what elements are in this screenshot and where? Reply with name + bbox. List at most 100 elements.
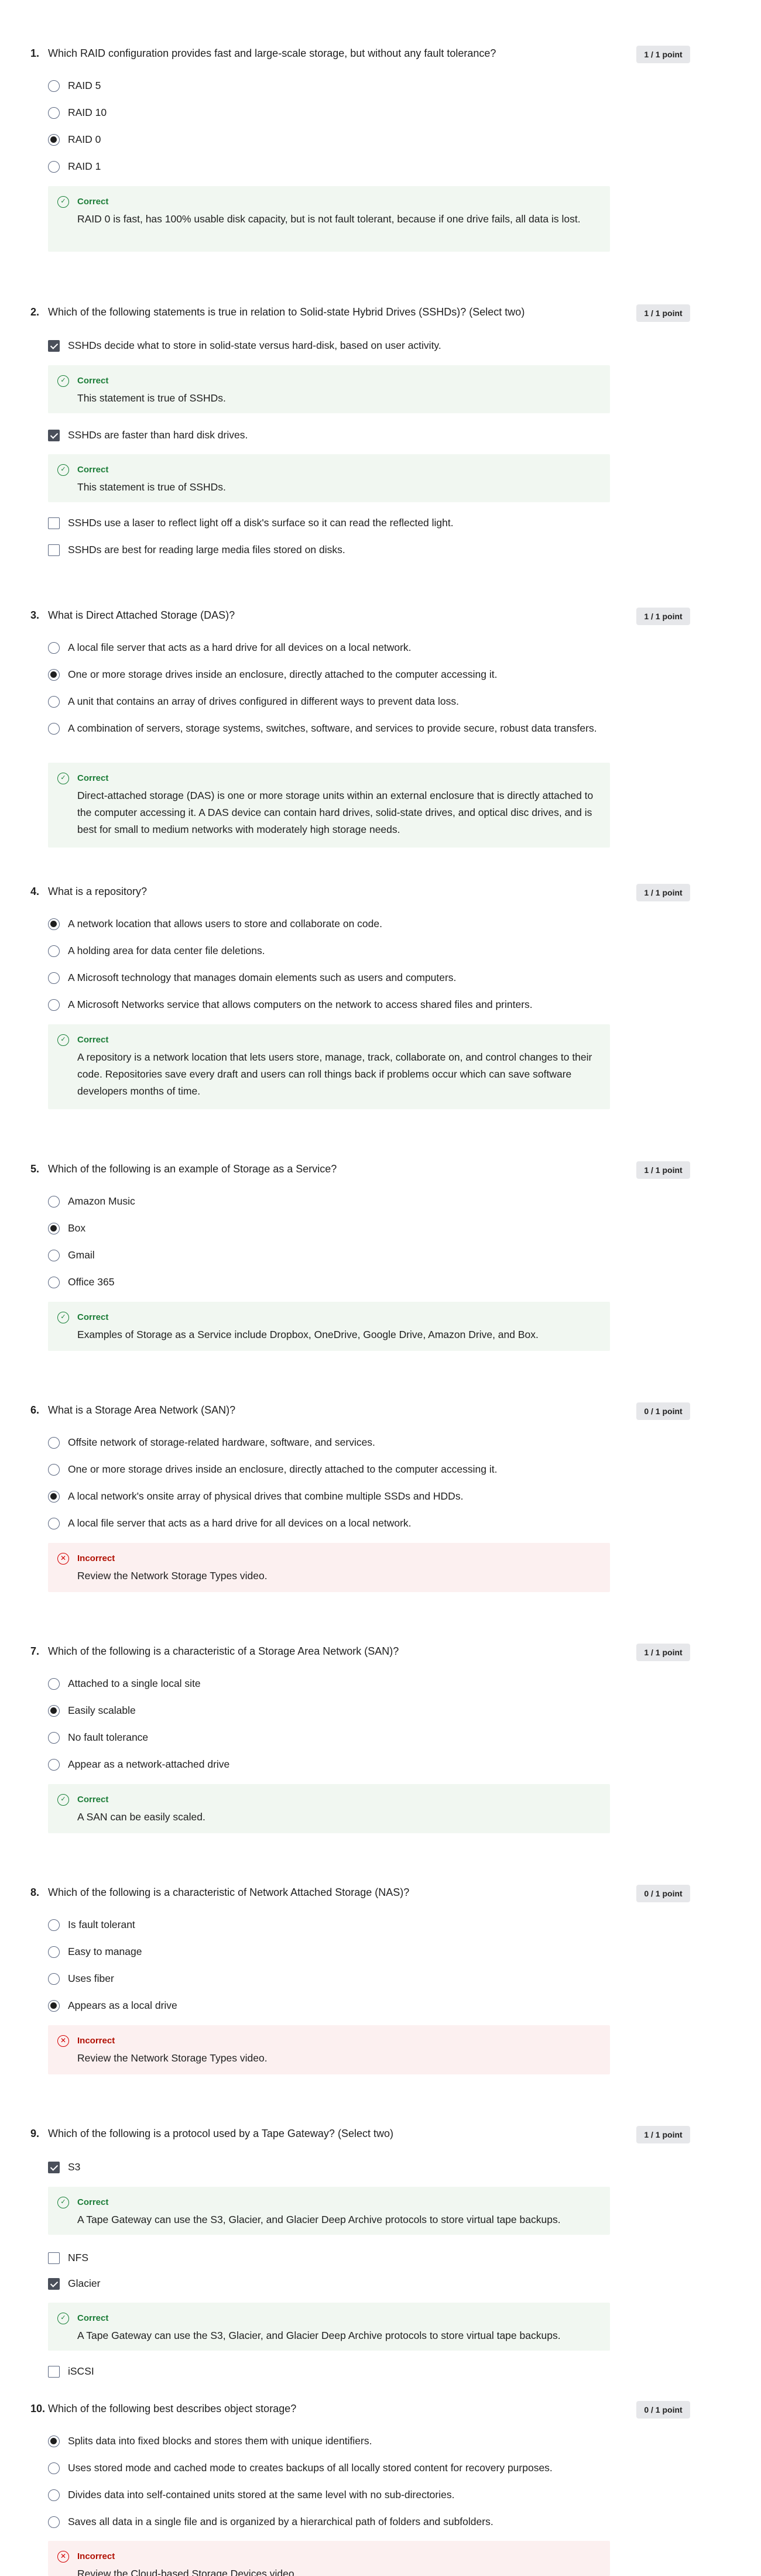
option-label: Splits data into fixed blocks and stores… [68, 2435, 372, 2447]
radio-icon[interactable] [48, 107, 60, 119]
option-label: SSHDs decide what to store in solid-stat… [68, 339, 441, 351]
radio-icon[interactable] [48, 1250, 60, 1261]
option-label: RAID 1 [68, 160, 101, 172]
feedback-text: This statement is true of SSHDs. [77, 392, 226, 404]
radio-icon[interactable] [48, 642, 60, 654]
checkbox-icon[interactable] [48, 2366, 60, 2378]
radio-icon[interactable] [48, 1919, 60, 1931]
radio-icon[interactable] [48, 2489, 60, 2501]
radio-icon[interactable] [48, 945, 60, 957]
feedback-correct: ✓ Correct A Tape Gateway can use the S3,… [48, 2303, 610, 2351]
question-number: 4. [30, 886, 40, 897]
option-label: S3 [68, 2161, 81, 2173]
radio-selected-icon[interactable] [48, 1491, 60, 1503]
option-label: RAID 5 [68, 80, 101, 91]
checkbox-checked-icon[interactable] [48, 2162, 60, 2173]
question-number: 5. [30, 1163, 40, 1175]
checkbox-icon[interactable] [48, 544, 60, 556]
option-label: NFS [68, 2252, 88, 2263]
option-label: One or more storage drives inside an enc… [68, 668, 498, 680]
points-badge: 1 / 1 point [636, 608, 690, 625]
radio-selected-icon[interactable] [48, 1223, 60, 1234]
points-badge: 1 / 1 point [636, 2126, 690, 2143]
checkbox-icon[interactable] [48, 517, 60, 529]
radio-icon[interactable] [48, 2516, 60, 2528]
radio-icon[interactable] [48, 1437, 60, 1449]
feedback-correct: ✓ Correct RAID 0 is fast, has 100% usabl… [48, 186, 610, 252]
radio-icon[interactable] [48, 999, 60, 1011]
question-text: Which of the following best describes ob… [48, 2403, 297, 2414]
x-circle-icon: ✕ [57, 2551, 69, 2563]
points-badge: 1 / 1 point [636, 1161, 690, 1179]
radio-icon[interactable] [48, 1946, 60, 1958]
radio-selected-icon[interactable] [48, 2436, 60, 2447]
option-label: A unit that contains an array of drives … [68, 695, 459, 707]
question-number: 3. [30, 609, 40, 621]
points-badge: 1 / 1 point [636, 46, 690, 63]
points-badge: 0 / 1 point [636, 1402, 690, 1420]
radio-icon[interactable] [48, 1732, 60, 1744]
feedback-status: Incorrect [77, 2036, 115, 2046]
radio-icon[interactable] [48, 80, 60, 92]
check-circle-icon: ✓ [57, 2313, 69, 2324]
feedback-text: A SAN can be easily scaled. [77, 1811, 205, 1823]
radio-icon[interactable] [48, 972, 60, 984]
question-number: 10. [30, 2403, 46, 2414]
feedback-text: A repository is a network location that … [77, 1051, 592, 1097]
feedback-correct: ✓ Correct A repository is a network loca… [48, 1024, 610, 1109]
check-circle-icon: ✓ [57, 1034, 69, 1046]
feedback-correct: ✓ Correct This statement is true of SSHD… [48, 454, 610, 502]
radio-icon[interactable] [48, 723, 60, 735]
checkbox-checked-icon[interactable] [48, 430, 60, 441]
radio-selected-icon[interactable] [48, 134, 60, 146]
radio-icon[interactable] [48, 1678, 60, 1690]
feedback-incorrect: ✕ Incorrect Review the Network Storage T… [48, 1543, 610, 1592]
radio-icon[interactable] [48, 1464, 60, 1476]
radio-icon[interactable] [48, 1973, 60, 1985]
radio-selected-icon[interactable] [48, 669, 60, 681]
feedback-text: Review the Cloud-based Storage Devices v… [77, 2568, 297, 2576]
option-label: Saves all data in a single file and is o… [68, 2516, 493, 2527]
quiz-results: 1. Which RAID configuration provides fas… [0, 0, 761, 2576]
radio-selected-icon[interactable] [48, 1705, 60, 1717]
check-circle-icon: ✓ [57, 2197, 69, 2208]
radio-icon[interactable] [48, 1196, 60, 1208]
checkbox-icon[interactable] [48, 2252, 60, 2264]
option-label: RAID 10 [68, 107, 107, 118]
question-text: What is a repository? [48, 886, 148, 897]
check-circle-icon: ✓ [57, 464, 69, 476]
feedback-text: Examples of Storage as a Service include… [77, 1329, 539, 1340]
radio-icon[interactable] [48, 161, 60, 173]
question-text: Which RAID configuration provides fast a… [48, 47, 496, 59]
feedback-incorrect: ✕ Incorrect Review the Network Storage T… [48, 2025, 610, 2074]
radio-icon[interactable] [48, 2462, 60, 2474]
question-text: Which of the following statements is tru… [48, 306, 525, 318]
option-label: Is fault tolerant [68, 1919, 135, 1930]
question-number: 6. [30, 1404, 40, 1416]
points-badge: 1 / 1 point [636, 1644, 690, 1661]
radio-selected-icon[interactable] [48, 2000, 60, 2012]
points-badge: 1 / 1 point [636, 304, 690, 322]
feedback-text: A Tape Gateway can use the S3, Glacier, … [77, 2214, 561, 2225]
option-label: Easy to manage [68, 1946, 142, 1957]
feedback-correct: ✓ Correct Examples of Storage as a Servi… [48, 1302, 610, 1351]
option-label: Office 365 [68, 1276, 115, 1288]
checkbox-checked-icon[interactable] [48, 340, 60, 352]
radio-icon[interactable] [48, 1759, 60, 1771]
option-label: A Microsoft Networks service that allows… [68, 999, 533, 1010]
feedback-status: Correct [77, 2197, 109, 2207]
feedback-status: Correct [77, 773, 109, 783]
checkbox-checked-icon[interactable] [48, 2278, 60, 2290]
feedback-status: Correct [77, 465, 109, 475]
feedback-text: A Tape Gateway can use the S3, Glacier, … [77, 2330, 561, 2341]
question-text: Which of the following is a characterist… [48, 1645, 399, 1657]
radio-icon[interactable] [48, 1277, 60, 1288]
feedback-status: Incorrect [77, 2551, 115, 2561]
radio-icon[interactable] [48, 696, 60, 708]
feedback-status: Correct [77, 197, 109, 207]
option-label: Attached to a single local site [68, 1678, 201, 1689]
radio-selected-icon[interactable] [48, 918, 60, 930]
radio-icon[interactable] [48, 1518, 60, 1529]
option-label: Glacier [68, 2277, 101, 2289]
option-label: A network location that allows users to … [68, 918, 382, 929]
